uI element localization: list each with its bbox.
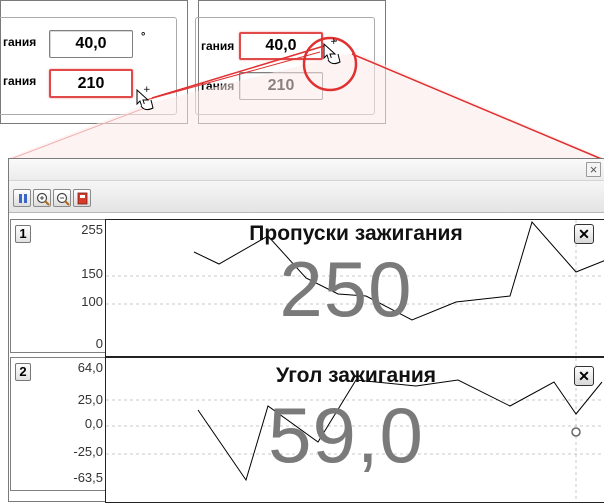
channel-2-axis: 2 64,0 25,0 0,0 -25,0 -63,5 [10,357,106,491]
zoom-in-icon [36,192,50,206]
misfire-count-input[interactable]: 210 [49,69,133,98]
pause-button[interactable] [13,189,31,207]
y-tick-label: 255 [81,222,103,237]
snippet-right-panel: гания 40,0 ° гания 210 [195,0,386,124]
y-tick-label: 25,0 [77,392,103,407]
export-icon [77,192,88,205]
window-close-button[interactable]: × [586,162,601,177]
y-tick-label: 100 [81,294,103,309]
channel-close-button[interactable]: ✕ [574,224,594,244]
field-label-top: гания [3,35,37,49]
snippet-left-panel: гания 40,0 ° гания 210 [0,0,188,124]
channel-current-value: 59,0 [268,391,424,479]
zoom-out-icon [56,192,70,206]
degree-unit: ° [333,37,338,49]
window-titlebar: × [9,159,604,181]
channel-2-plot[interactable]: Угол зажигания 59,0 ✕ [105,357,604,503]
channel-current-value: 250 [279,245,413,333]
y-tick-label: 64,0 [77,360,103,375]
channel-index-badge: 1 [15,225,31,243]
y-tick-label: 150 [81,266,103,281]
field-label-bottom: гания [201,79,235,93]
zoom-callout-edge [351,53,604,161]
misfire-count-input[interactable]: 210 [239,72,323,100]
y-tick-label: -63,5 [73,470,103,485]
y-tick-label: 0 [95,336,103,351]
channel-1-plot[interactable]: Пропуски зажигания 250 ✕ [105,219,604,357]
channel-close-button[interactable]: ✕ [574,366,594,386]
ignition-angle-input[interactable]: 40,0 [239,32,323,60]
field-label-top: гания [201,39,235,53]
chart-toolbar [9,181,604,213]
field-label-bottom: гания [3,74,37,88]
chart-window: × 1 255 150 100 0 Пропуски зажигания 250… [8,158,604,503]
y-tick-label: -25,0 [73,444,103,459]
channel-title: Угол зажигания [275,364,437,387]
channel-title: Пропуски зажигания [249,222,463,245]
zoom-in-button[interactable] [33,189,51,207]
zoom-out-button[interactable] [53,189,71,207]
channel-index-badge: 2 [15,363,31,381]
channel-1-axis: 1 255 150 100 0 [10,219,106,353]
degree-unit: ° [141,31,146,43]
pause-icon [19,194,27,203]
ignition-angle-input[interactable]: 40,0 [49,30,133,58]
y-tick-label: 0,0 [84,416,103,431]
export-button[interactable] [73,189,91,207]
